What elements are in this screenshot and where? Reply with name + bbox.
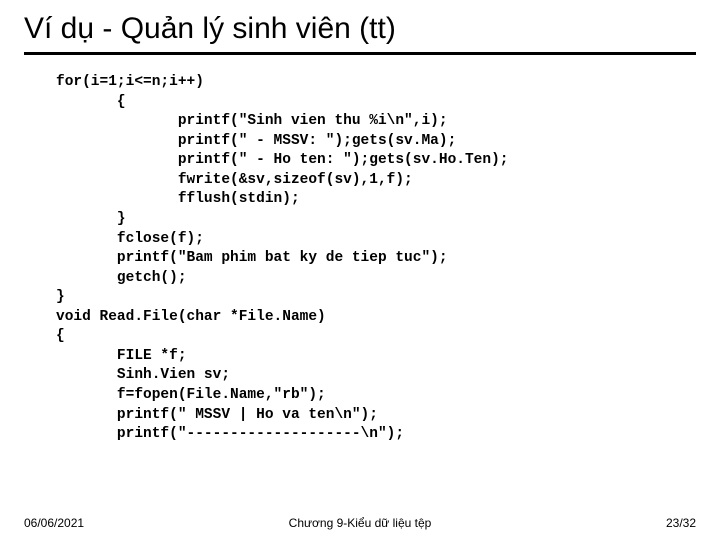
- title-underline: [24, 52, 696, 55]
- slide-title: Ví dụ - Quản lý sinh viên (tt): [0, 0, 720, 50]
- footer-chapter: Chương 9-Kiểu dữ liệu tệp: [0, 516, 720, 530]
- code-block: for(i=1;i<=n;i++) { printf("Sinh vien th…: [56, 73, 720, 445]
- slide: Ví dụ - Quản lý sinh viên (tt) for(i=1;i…: [0, 0, 720, 540]
- footer-page: 23/32: [666, 516, 696, 530]
